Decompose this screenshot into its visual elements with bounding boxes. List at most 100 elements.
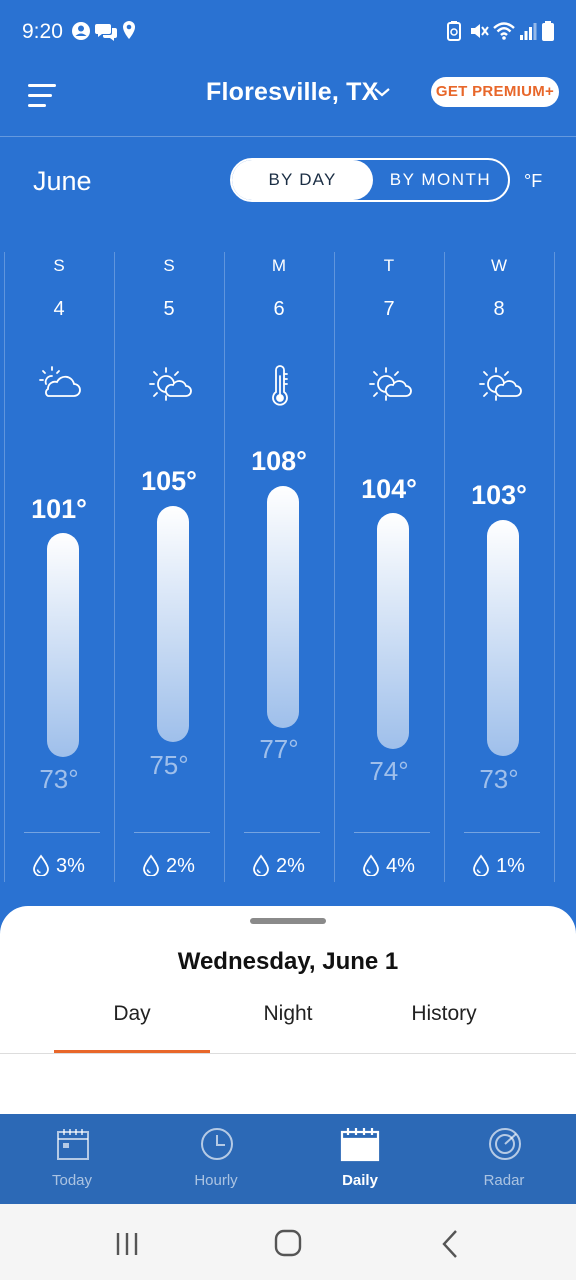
tab-divider [0, 1053, 576, 1054]
precip-chance: 4% [362, 854, 415, 878]
precip-chance: 1% [472, 854, 525, 878]
precip-rule [134, 832, 210, 833]
low-temp: 74° [369, 756, 409, 786]
radar-icon [489, 1128, 521, 1160]
precip-rule [354, 832, 430, 833]
system-nav-bar [0, 1204, 576, 1280]
day-date: 4 [53, 298, 65, 320]
day-column[interactable]: M 6 108° 77° 2% [224, 250, 334, 882]
mute-icon [471, 24, 489, 38]
precip-value: 3% [56, 855, 85, 877]
recents-icon[interactable] [107, 1226, 147, 1262]
day-date: 8 [493, 298, 505, 320]
wifi-icon [493, 22, 515, 40]
sun-cloud-icon [479, 367, 522, 401]
back-icon[interactable] [430, 1226, 470, 1262]
day-column[interactable]: S 5 105° 75° 2% [114, 250, 224, 882]
daily-forecast-list: S 4 101° 73° 3% S 5 105° 75° 2% M 6 108°… [0, 250, 576, 882]
nav-label: Today [51, 1172, 93, 1189]
menu-icon[interactable] [28, 82, 62, 110]
home-icon[interactable] [268, 1226, 308, 1262]
status-time: 9:20 [22, 20, 63, 43]
account-icon [72, 22, 90, 40]
sheet-drag-handle[interactable] [250, 918, 326, 924]
nav-radar[interactable]: Radar [432, 1114, 576, 1204]
by-day-toggle[interactable]: BY DAY [232, 160, 373, 200]
sun-cloud-icon [149, 367, 192, 401]
precip-value: 1% [496, 855, 525, 877]
view-toggle: BY DAY BY MONTH [230, 158, 510, 202]
nav-hourly[interactable]: Hourly [144, 1114, 288, 1204]
nav-label: Hourly [194, 1172, 238, 1189]
temp-range-bar [487, 520, 519, 756]
temp-range-bar [47, 533, 79, 757]
high-temp: 101° [31, 494, 87, 524]
partly-cloudy-icon [39, 366, 81, 397]
precip-value: 2% [276, 855, 305, 877]
day-date: 6 [273, 298, 285, 320]
location-pin-icon [123, 21, 135, 39]
column-divider [554, 252, 555, 882]
by-month-toggle[interactable]: BY MONTH [373, 160, 508, 200]
active-tab-indicator [54, 1050, 210, 1053]
precip-chance: 3% [32, 854, 85, 878]
precip-chance: 2% [142, 854, 195, 878]
clock-icon [201, 1128, 233, 1160]
battery-icon [542, 21, 554, 41]
nav-label: Radar [483, 1172, 525, 1189]
sheet-title: Wednesday, June 1 [177, 948, 399, 975]
nav-daily[interactable]: Daily [288, 1114, 432, 1204]
signal-icon [520, 23, 537, 40]
battery-saver-icon [447, 21, 461, 41]
precip-rule [244, 832, 320, 833]
chat-icon [95, 24, 117, 41]
status-bar: 9:20 [0, 0, 576, 64]
app-header: Floresville, TX GET PREMIUM+ [0, 64, 576, 136]
precip-chance: 2% [252, 854, 305, 878]
day-column[interactable]: W 8 103° 73° 1% [444, 250, 554, 882]
precip-value: 2% [166, 855, 195, 877]
chevron-down-icon[interactable] [372, 82, 392, 102]
day-of-week: M [271, 256, 287, 275]
month-label: June [33, 166, 92, 196]
high-temp: 103° [471, 480, 527, 510]
raindrop-icon [363, 854, 379, 876]
high-temp: 104° [361, 474, 417, 504]
day-date: 5 [163, 298, 175, 320]
raindrop-icon [253, 854, 269, 876]
thermometer-icon [272, 365, 288, 406]
nav-label: Daily [342, 1172, 378, 1189]
day-detail-sheet: Wednesday, June 1 Day Night History [0, 906, 576, 1116]
nav-today[interactable]: Today [0, 1114, 144, 1204]
day-date: 7 [383, 298, 395, 320]
day-column[interactable]: T 7 104° 74° 4% [334, 250, 444, 882]
tab-night[interactable]: Night [210, 1002, 366, 1026]
precip-value: 4% [386, 855, 415, 877]
temp-range-bar [377, 513, 409, 749]
calendar-today-icon [57, 1129, 89, 1160]
day-of-week: S [53, 256, 65, 275]
precip-rule [24, 832, 100, 833]
bottom-nav: Today Hourly Daily Radar [0, 1114, 576, 1204]
unit-toggle[interactable]: °F [524, 171, 542, 192]
temp-range-bar [267, 486, 299, 728]
header-divider [0, 136, 576, 137]
high-temp: 108° [251, 446, 307, 476]
precip-rule [464, 832, 540, 833]
raindrop-icon [143, 854, 159, 876]
low-temp: 73° [479, 764, 519, 794]
day-of-week: S [163, 256, 175, 275]
tab-history[interactable]: History [366, 1002, 522, 1026]
day-column[interactable]: S 4 101° 73° 3% [4, 250, 114, 882]
tab-day[interactable]: Day [54, 1002, 210, 1026]
calendar-icon [340, 1128, 380, 1162]
low-temp: 75° [149, 750, 189, 780]
raindrop-icon [33, 854, 49, 876]
temp-range-bar [157, 506, 189, 742]
sun-cloud-icon [369, 367, 412, 401]
day-of-week: T [383, 256, 395, 275]
low-temp: 73° [39, 764, 79, 794]
get-premium-button[interactable]: GET PREMIUM+ [431, 77, 559, 107]
day-of-week: W [490, 256, 508, 275]
location-title[interactable]: Floresville, TX [206, 78, 379, 107]
